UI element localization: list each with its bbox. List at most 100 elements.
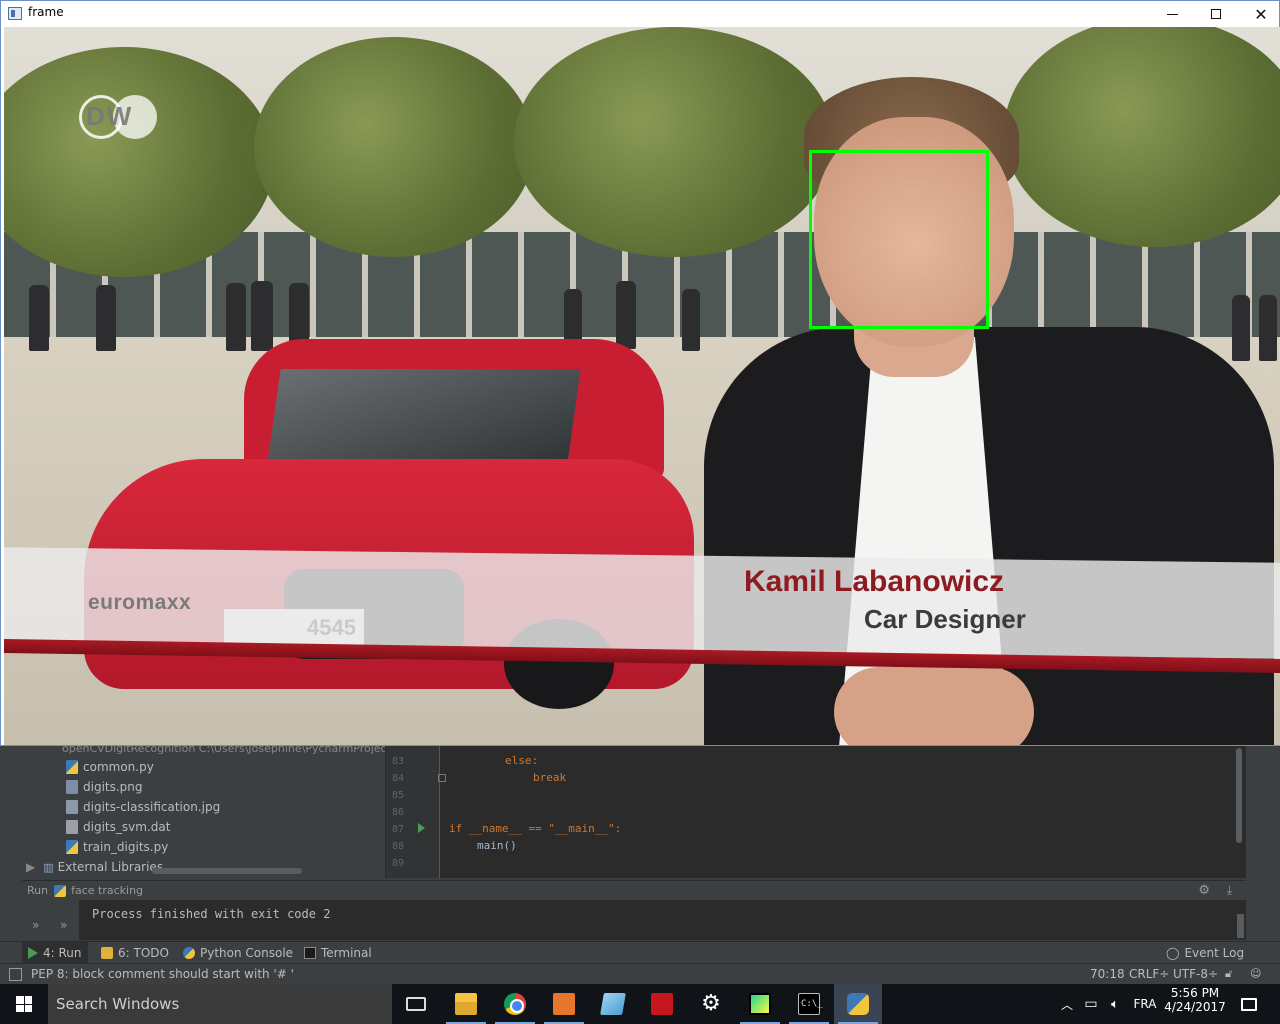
project-root-label[interactable]: openCVDigitRecognition C:\Users\Josephin… — [62, 744, 385, 758]
folder-icon — [455, 993, 477, 1015]
python-file-icon — [66, 760, 78, 774]
notification-icon — [1241, 997, 1257, 1011]
tree-item-label: digits.png — [83, 780, 143, 794]
inspector-icon[interactable]: ☺ — [1250, 967, 1261, 980]
speaker-muted-icon: 🔈︎ — [1111, 996, 1119, 1012]
tab-python-console[interactable]: Python Console — [177, 942, 299, 964]
volume-button[interactable]: 🔈︎ — [1105, 984, 1125, 1024]
code-text: main() — [477, 839, 517, 852]
taskbar-file-explorer[interactable] — [442, 984, 490, 1024]
tree-item-label: train_digits.py — [83, 840, 169, 854]
taskbar-search[interactable] — [48, 984, 392, 1024]
taskbar-python[interactable] — [834, 984, 882, 1024]
minimize-button[interactable] — [1149, 1, 1195, 27]
code-editor[interactable]: 83 84 85 86 87 88 89 else: break if __na… — [386, 744, 1246, 878]
gear-icon[interactable]: ⚙ — [1198, 883, 1210, 898]
hide-panel-icon[interactable]: ⤓ — [1227, 883, 1232, 898]
tab-run[interactable]: 4: Run — [22, 942, 88, 964]
code-line-87: if __name__ == "__main__": — [449, 822, 621, 835]
code-text: if __name__ == "__main__": — [449, 822, 622, 835]
editor-vertical-scrollbar[interactable] — [1236, 748, 1242, 843]
lock-icon[interactable]: 🔓︎ — [1225, 967, 1232, 981]
tree-item-label: External Libraries — [57, 860, 164, 874]
line-number: 85 — [392, 790, 405, 801]
taskbar-clock[interactable]: 5:56 PM 4/24/2017 — [1164, 986, 1226, 1014]
project-tree: openCVDigitRecognition C:\Users\Josephin… — [22, 744, 386, 878]
taskbar-presentation-app[interactable] — [540, 984, 588, 1024]
gear-icon: ⚙ — [701, 991, 721, 1016]
run-icon — [28, 947, 38, 959]
python-icon — [847, 993, 869, 1015]
taskbar-command-prompt[interactable]: C:\_ — [785, 984, 833, 1024]
tree-item-train-digits-py[interactable]: train_digits.py — [66, 837, 168, 857]
window-titlebar[interactable]: frame ✕ — [1, 1, 1279, 27]
todo-icon — [101, 947, 113, 959]
close-button[interactable]: ✕ — [1238, 1, 1280, 27]
line-separator[interactable]: CRLF÷ — [1129, 967, 1169, 981]
tab-label: 4: Run — [43, 946, 82, 960]
windows-logo-icon — [16, 996, 32, 1012]
tree-horizontal-scrollbar[interactable] — [152, 868, 302, 874]
tree-item-digits-png[interactable]: digits.png — [66, 777, 143, 797]
image-file-icon — [66, 780, 78, 794]
video-frame: DW 4545 euromaxx Kamil Labanowicz Car De… — [4, 27, 1280, 745]
line-number: 87 — [392, 824, 405, 835]
file-encoding[interactable]: UTF-8÷ — [1173, 967, 1218, 981]
fold-marker-icon[interactable] — [438, 774, 446, 782]
taskbar-pycharm[interactable] — [736, 984, 784, 1024]
python-config-icon — [54, 884, 67, 897]
code-text: else: — [505, 754, 539, 767]
show-label: euromaxx — [88, 591, 192, 614]
language-indicator[interactable]: FRA — [1130, 984, 1160, 1024]
close-icon: ✕ — [1254, 4, 1268, 24]
network-button[interactable]: ▭ — [1082, 984, 1100, 1024]
expand-right-icon[interactable]: » — [60, 918, 67, 932]
run-config-name[interactable]: face tracking — [71, 884, 143, 897]
dw-logo: DW — [79, 95, 159, 139]
search-input[interactable] — [56, 994, 376, 1014]
cursor-position[interactable]: 70:18 — [1090, 967, 1125, 981]
tab-label: Python Console — [200, 946, 294, 960]
terminal-icon: C:\_ — [798, 993, 823, 1015]
tab-event-log[interactable]: ◯ Event Log — [1160, 942, 1250, 964]
pycharm-icon — [749, 993, 771, 1015]
presentation-icon — [553, 993, 575, 1015]
status-bar: PEP 8: block comment should start with '… — [0, 963, 1280, 984]
run-gutter-icon[interactable] — [418, 823, 425, 833]
taskbar-settings[interactable]: ⚙ — [687, 984, 735, 1024]
taskbar-acrobat[interactable] — [638, 984, 686, 1024]
tree-item-common-py[interactable]: common.py — [66, 757, 154, 777]
presenter-name: Kamil Labanowicz — [744, 565, 1005, 598]
start-button[interactable] — [0, 984, 48, 1024]
python-console-icon — [183, 947, 195, 959]
tool-window-bar: 4: Run 6: TODO Python Console Terminal ◯… — [0, 941, 1280, 964]
tree-item-digits-svm-dat[interactable]: digits_svm.dat — [66, 817, 170, 837]
code-text: break — [533, 771, 567, 784]
expand-left-icon[interactable]: » — [32, 918, 39, 932]
task-view-button[interactable] — [392, 984, 440, 1024]
image-file-icon — [66, 800, 78, 814]
status-message: PEP 8: block comment should start with '… — [31, 967, 294, 981]
tree-item-digits-classification-jpg[interactable]: digits-classification.jpg — [66, 797, 220, 817]
maximize-button[interactable] — [1193, 1, 1239, 27]
console-scrollbar[interactable] — [1237, 914, 1244, 938]
presenter-role: Car Designer — [864, 604, 1026, 634]
status-toggle-icon[interactable] — [9, 968, 22, 981]
taskbar-chrome[interactable] — [491, 984, 539, 1024]
line-number: 89 — [392, 858, 405, 869]
run-console[interactable]: » » Process finished with exit code 2 — [22, 900, 1246, 940]
tab-terminal[interactable]: Terminal — [298, 942, 378, 964]
chevron-up-icon: ︿ — [1060, 997, 1073, 1012]
taskbar-notepad[interactable] — [589, 984, 637, 1024]
action-center-button[interactable] — [1236, 984, 1262, 1024]
minimize-icon — [1166, 13, 1178, 15]
windows-taskbar: ⚙ C:\_ ︿ ▭ 🔈︎ FRA 5:56 PM 4/24/2017 — [0, 984, 1280, 1024]
tab-todo[interactable]: 6: TODO — [95, 942, 175, 964]
show-hidden-icons-button[interactable]: ︿ — [1058, 984, 1076, 1024]
terminal-icon — [304, 947, 316, 959]
tree-item-external-libraries[interactable]: ▶ ▥ External Libraries — [26, 857, 163, 877]
line-number: 86 — [392, 807, 405, 818]
opencv-frame-window: frame ✕ DW 4545 — [0, 0, 1280, 746]
line-number: 88 — [392, 841, 405, 852]
event-log-icon: ◯ — [1166, 946, 1180, 960]
